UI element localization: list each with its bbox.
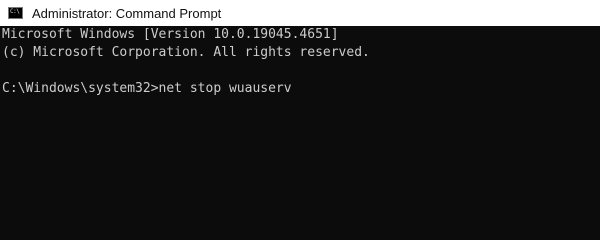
- cmd-icon-glyph: C:\: [10, 8, 20, 15]
- console-line-copyright: (c) Microsoft Corporation. All rights re…: [2, 45, 370, 60]
- title-bar[interactable]: C:\ Administrator: Command Prompt: [0, 0, 600, 26]
- console-output[interactable]: Microsoft Windows [Version 10.0.19045.46…: [2, 26, 600, 218]
- console-line-version: Microsoft Windows [Version 10.0.19045.46…: [2, 27, 339, 42]
- console-line-command[interactable]: C:\Windows\system32>net stop wuauserv: [2, 80, 600, 98]
- cmd-icon: C:\: [8, 7, 23, 19]
- window-title: Administrator: Command Prompt: [32, 5, 222, 21]
